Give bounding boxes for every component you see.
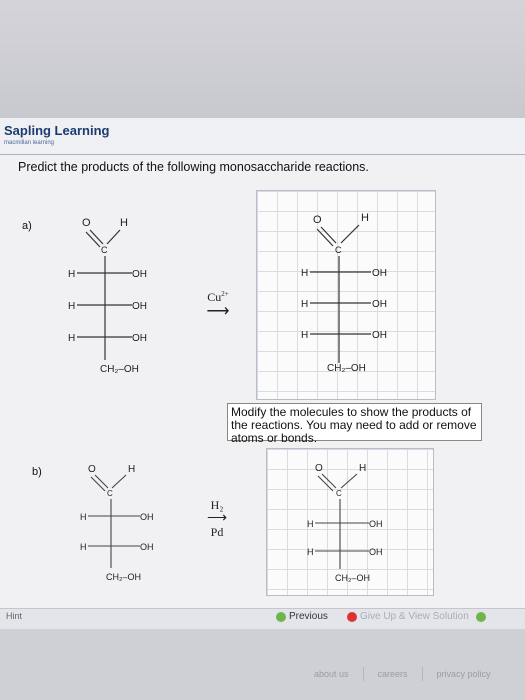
question-page: Sapling Learning macmillan learning Pred… — [0, 118, 525, 629]
row1-left-h: H — [68, 269, 75, 280]
previous-label: Previous — [289, 611, 328, 622]
part-b-reactant-molecule: O H C H OH H OH CH₂–OH — [80, 464, 154, 582]
part-b-reagent-bottom: Pd — [210, 525, 224, 539]
give-up-icon — [347, 611, 357, 622]
carbonyl-oxygen[interactable]: O — [313, 214, 322, 226]
part-a-reaction-arrow: Cu2+ ⟶ — [196, 290, 240, 320]
carbonyl-carbon: C — [107, 489, 113, 498]
give-up-button[interactable]: Give Up & View Solution — [347, 611, 486, 622]
row2-right-oh: OH — [140, 542, 154, 552]
row2-left-h: H — [68, 301, 75, 312]
footer-privacy-link[interactable]: privacy policy — [423, 667, 505, 681]
row1-left-h[interactable]: H — [301, 268, 308, 279]
instruction-tooltip: Modify the molecules to show the product… — [227, 403, 482, 445]
bottom-ch2oh[interactable]: CH₂–OH — [327, 363, 366, 374]
check-icon — [475, 611, 486, 622]
brand-subtitle: macmillan learning — [4, 140, 55, 146]
row1-right-oh: OH — [132, 269, 147, 280]
brand-title: Sapling Learning — [4, 123, 110, 138]
aldehyde-hydrogen: H — [120, 217, 128, 229]
footer-careers-link[interactable]: careers — [364, 667, 423, 681]
row1-right-oh[interactable]: OH — [369, 519, 383, 529]
carbonyl-carbon[interactable]: C — [335, 245, 342, 255]
row2-right-oh[interactable]: OH — [369, 547, 383, 557]
header-bar: Sapling Learning macmillan learning — [0, 118, 525, 155]
row2-left-h: H — [80, 542, 87, 552]
row2-left-h[interactable]: H — [307, 547, 314, 557]
bottom-ch2oh[interactable]: CH₂–OH — [335, 573, 370, 583]
part-b-reaction-arrow: H₂ ⟶ Pd — [202, 498, 232, 540]
part-a-editable-molecule[interactable]: O H C H OH H OH H OH CH₂–OH — [273, 203, 403, 383]
row2-right-oh: OH — [132, 301, 147, 312]
row2-right-oh[interactable]: OH — [372, 299, 387, 310]
previous-icon — [276, 611, 286, 622]
carbonyl-oxygen: O — [88, 464, 96, 475]
part-a-reagent-charge: 2+ — [221, 290, 229, 298]
aldehyde-hydrogen[interactable]: H — [359, 463, 366, 474]
screen-top-background — [0, 0, 525, 118]
aldehyde-hydrogen[interactable]: H — [361, 212, 369, 224]
part-b-sketcher-canvas[interactable]: O H C H OH H OH CH₂–OH — [266, 448, 434, 596]
carbonyl-carbon: C — [101, 245, 108, 255]
carbonyl-carbon[interactable]: C — [336, 489, 342, 498]
row2-left-h[interactable]: H — [301, 299, 308, 310]
footer-about-link[interactable]: about us — [300, 667, 364, 681]
row1-left-h: H — [80, 512, 87, 522]
row1-left-h[interactable]: H — [307, 519, 314, 529]
row1-right-oh: OH — [140, 512, 154, 522]
question-prompt: Predict the products of the following mo… — [18, 160, 369, 174]
part-a-reagent: Cu — [207, 290, 222, 304]
question-nav-bar: Hint Previous Give Up & View Solution — [0, 608, 525, 629]
right-arrow-icon: ⟶ — [206, 511, 228, 526]
right-arrow-icon: ⟶ — [206, 303, 230, 320]
row3-left-h[interactable]: H — [301, 330, 308, 341]
part-a-sketcher-canvas[interactable]: O H C H OH H OH H OH CH₂–OH — [256, 190, 436, 400]
previous-button[interactable]: Previous — [276, 611, 328, 622]
aldehyde-hydrogen: H — [128, 464, 135, 475]
carbonyl-oxygen: O — [82, 217, 91, 229]
part-b-label: b) — [32, 466, 42, 478]
bottom-ch2oh: CH₂–OH — [106, 572, 141, 582]
row1-right-oh[interactable]: OH — [372, 268, 387, 279]
part-a-reactant-molecule: O H C H OH H OH H OH CH₂–OH — [68, 217, 147, 375]
carbonyl-oxygen[interactable]: O — [315, 463, 323, 474]
footer-links: about us careers privacy policy — [300, 664, 505, 684]
row3-right-oh[interactable]: OH — [372, 330, 387, 341]
part-b-editable-molecule[interactable]: O H C H OH H OH CH₂–OH — [297, 457, 407, 587]
hint-button[interactable]: Hint — [6, 611, 22, 621]
bottom-ch2oh: CH₂–OH — [100, 364, 139, 375]
row3-right-oh: OH — [132, 333, 147, 344]
give-up-label: Give Up & View Solution — [360, 611, 469, 622]
part-a-label: a) — [22, 220, 32, 232]
row3-left-h: H — [68, 333, 75, 344]
